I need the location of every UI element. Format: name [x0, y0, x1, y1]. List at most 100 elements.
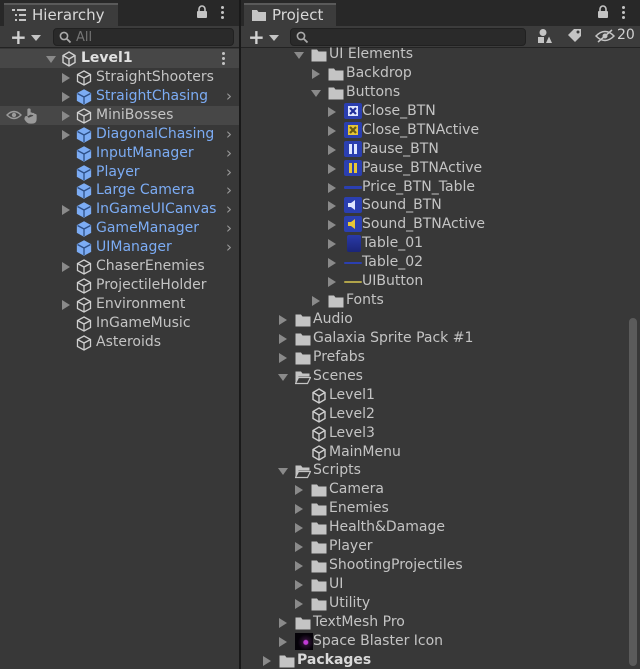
vertical-scrollbar[interactable] [629, 318, 637, 666]
expand-arrow-icon[interactable] [295, 580, 303, 591]
project-item[interactable]: Table_01 [241, 234, 640, 253]
project-item[interactable]: Prefabs [241, 348, 640, 367]
project-item[interactable]: Sound_BTNActive [241, 215, 640, 234]
expand-arrow-icon[interactable] [279, 636, 287, 647]
expand-arrow-icon[interactable] [328, 163, 336, 174]
project-tab[interactable]: Project [244, 3, 336, 26]
expand-arrow-icon[interactable] [295, 485, 303, 496]
expand-arrow-icon[interactable] [46, 56, 56, 63]
expand-arrow-icon[interactable] [62, 205, 70, 216]
project-item[interactable]: Buttons [241, 83, 640, 102]
project-item[interactable]: Enemies [241, 499, 640, 518]
expand-arrow-icon[interactable] [279, 352, 287, 363]
hidden-eye-icon[interactable] [595, 29, 615, 43]
open-prefab-chevron-icon[interactable]: › [226, 219, 232, 238]
expand-arrow-icon[interactable] [295, 598, 303, 609]
open-prefab-chevron-icon[interactable]: › [226, 125, 232, 144]
hierarchy-item[interactable]: DiagonalChasing › [0, 125, 239, 144]
project-item[interactable]: UIButton [241, 272, 640, 291]
project-item[interactable]: Space Blaster Icon [241, 632, 640, 651]
project-item[interactable]: Level1 [241, 386, 640, 405]
project-item[interactable]: Health&Damage [241, 518, 640, 537]
hierarchy-item[interactable]: Large Camera › [0, 181, 239, 200]
project-item[interactable]: Audio [241, 310, 640, 329]
expand-arrow-icon[interactable] [279, 617, 287, 628]
expand-arrow-icon[interactable] [328, 182, 336, 193]
collapse-arrow-icon[interactable] [311, 89, 321, 97]
project-item[interactable]: Utility [241, 594, 640, 613]
hierarchy-item[interactable]: GameManager › [0, 219, 239, 238]
expand-arrow-icon[interactable] [328, 220, 336, 231]
project-item[interactable]: Scripts [241, 461, 640, 480]
expand-arrow-icon[interactable] [328, 258, 336, 269]
hierarchy-item[interactable]: UIManager › [0, 238, 239, 257]
expand-arrow-icon[interactable] [295, 523, 303, 534]
collapse-arrow-icon[interactable] [278, 373, 288, 381]
lock-icon[interactable] [597, 5, 609, 19]
project-search-input[interactable] [313, 29, 433, 45]
project-item[interactable]: ShootingProjectiles [241, 556, 640, 575]
pickable-hand-icon[interactable] [24, 108, 38, 124]
hierarchy-item[interactable]: StraightChasing › [0, 87, 239, 106]
hierarchy-item[interactable]: Player › [0, 163, 239, 182]
expand-arrow-icon[interactable] [62, 262, 70, 272]
project-item[interactable]: Pause_BTN [241, 140, 640, 159]
project-item[interactable]: MainMenu [241, 443, 640, 462]
expand-arrow-icon[interactable] [328, 277, 336, 288]
project-item[interactable]: Backdrop [241, 64, 640, 83]
hierarchy-item[interactable]: ChaserEnemies [0, 257, 239, 276]
search-by-label-icon[interactable] [567, 28, 583, 44]
expand-arrow-icon[interactable] [263, 655, 271, 666]
expand-arrow-icon[interactable] [295, 561, 303, 572]
expand-arrow-icon[interactable] [62, 129, 70, 140]
project-item[interactable]: Packages [241, 651, 640, 669]
hierarchy-item[interactable]: MiniBosses [0, 105, 239, 125]
hierarchy-item[interactable]: Asteroids [0, 333, 239, 352]
hierarchy-tab[interactable]: Hierarchy [4, 3, 118, 26]
hierarchy-item[interactable]: Environment [0, 295, 239, 314]
open-prefab-chevron-icon[interactable]: › [226, 200, 232, 219]
collapse-arrow-icon[interactable] [294, 52, 304, 59]
project-item[interactable]: Level2 [241, 405, 640, 424]
hierarchy-item[interactable]: ProjectileHolder [0, 276, 239, 295]
project-item[interactable]: Pause_BTNActive [241, 159, 640, 178]
more-options-icon[interactable] [622, 6, 626, 19]
expand-arrow-icon[interactable] [295, 542, 303, 553]
expand-arrow-icon[interactable] [279, 315, 287, 326]
project-search[interactable] [290, 28, 526, 46]
project-item[interactable]: Price_BTN_Table [241, 178, 640, 197]
search-by-type-icon[interactable] [537, 28, 553, 44]
open-prefab-chevron-icon[interactable]: › [226, 144, 232, 163]
project-item[interactable]: Camera [241, 480, 640, 499]
expand-arrow-icon[interactable] [62, 299, 70, 310]
expand-arrow-icon[interactable] [328, 239, 336, 250]
project-item[interactable]: Close_BTN [241, 102, 640, 121]
hierarchy-item[interactable]: InputManager › [0, 144, 239, 163]
hierarchy-search-input[interactable] [76, 29, 196, 45]
project-item[interactable]: TextMesh Pro [241, 613, 640, 632]
open-prefab-chevron-icon[interactable]: › [226, 163, 232, 182]
project-item[interactable]: Galaxia Sprite Pack #1 [241, 329, 640, 348]
hierarchy-item[interactable]: InGameUICanvas › [0, 200, 239, 219]
expand-arrow-icon[interactable] [62, 91, 70, 102]
expand-arrow-icon[interactable] [312, 68, 320, 79]
add-dropdown-icon[interactable] [31, 35, 41, 41]
expand-arrow-icon[interactable] [328, 144, 336, 155]
project-item[interactable]: Level3 [241, 424, 640, 443]
expand-arrow-icon[interactable] [295, 504, 303, 515]
collapse-arrow-icon[interactable] [278, 468, 288, 476]
open-prefab-chevron-icon[interactable]: › [226, 181, 232, 200]
project-item[interactable]: Fonts [241, 291, 640, 310]
expand-arrow-icon[interactable] [328, 106, 336, 117]
project-item[interactable]: Close_BTNActive [241, 121, 640, 140]
scene-options-icon[interactable] [222, 52, 226, 65]
expand-arrow-icon[interactable] [328, 125, 336, 136]
hierarchy-search[interactable] [53, 28, 234, 46]
project-item[interactable]: UI Elements [241, 45, 640, 64]
more-options-icon[interactable] [221, 6, 225, 19]
project-item[interactable]: UI [241, 575, 640, 594]
add-dropdown-icon[interactable] [269, 35, 279, 41]
add-icon[interactable]: + [248, 27, 265, 47]
open-prefab-chevron-icon[interactable]: › [226, 87, 232, 106]
expand-arrow-icon[interactable] [62, 73, 70, 83]
